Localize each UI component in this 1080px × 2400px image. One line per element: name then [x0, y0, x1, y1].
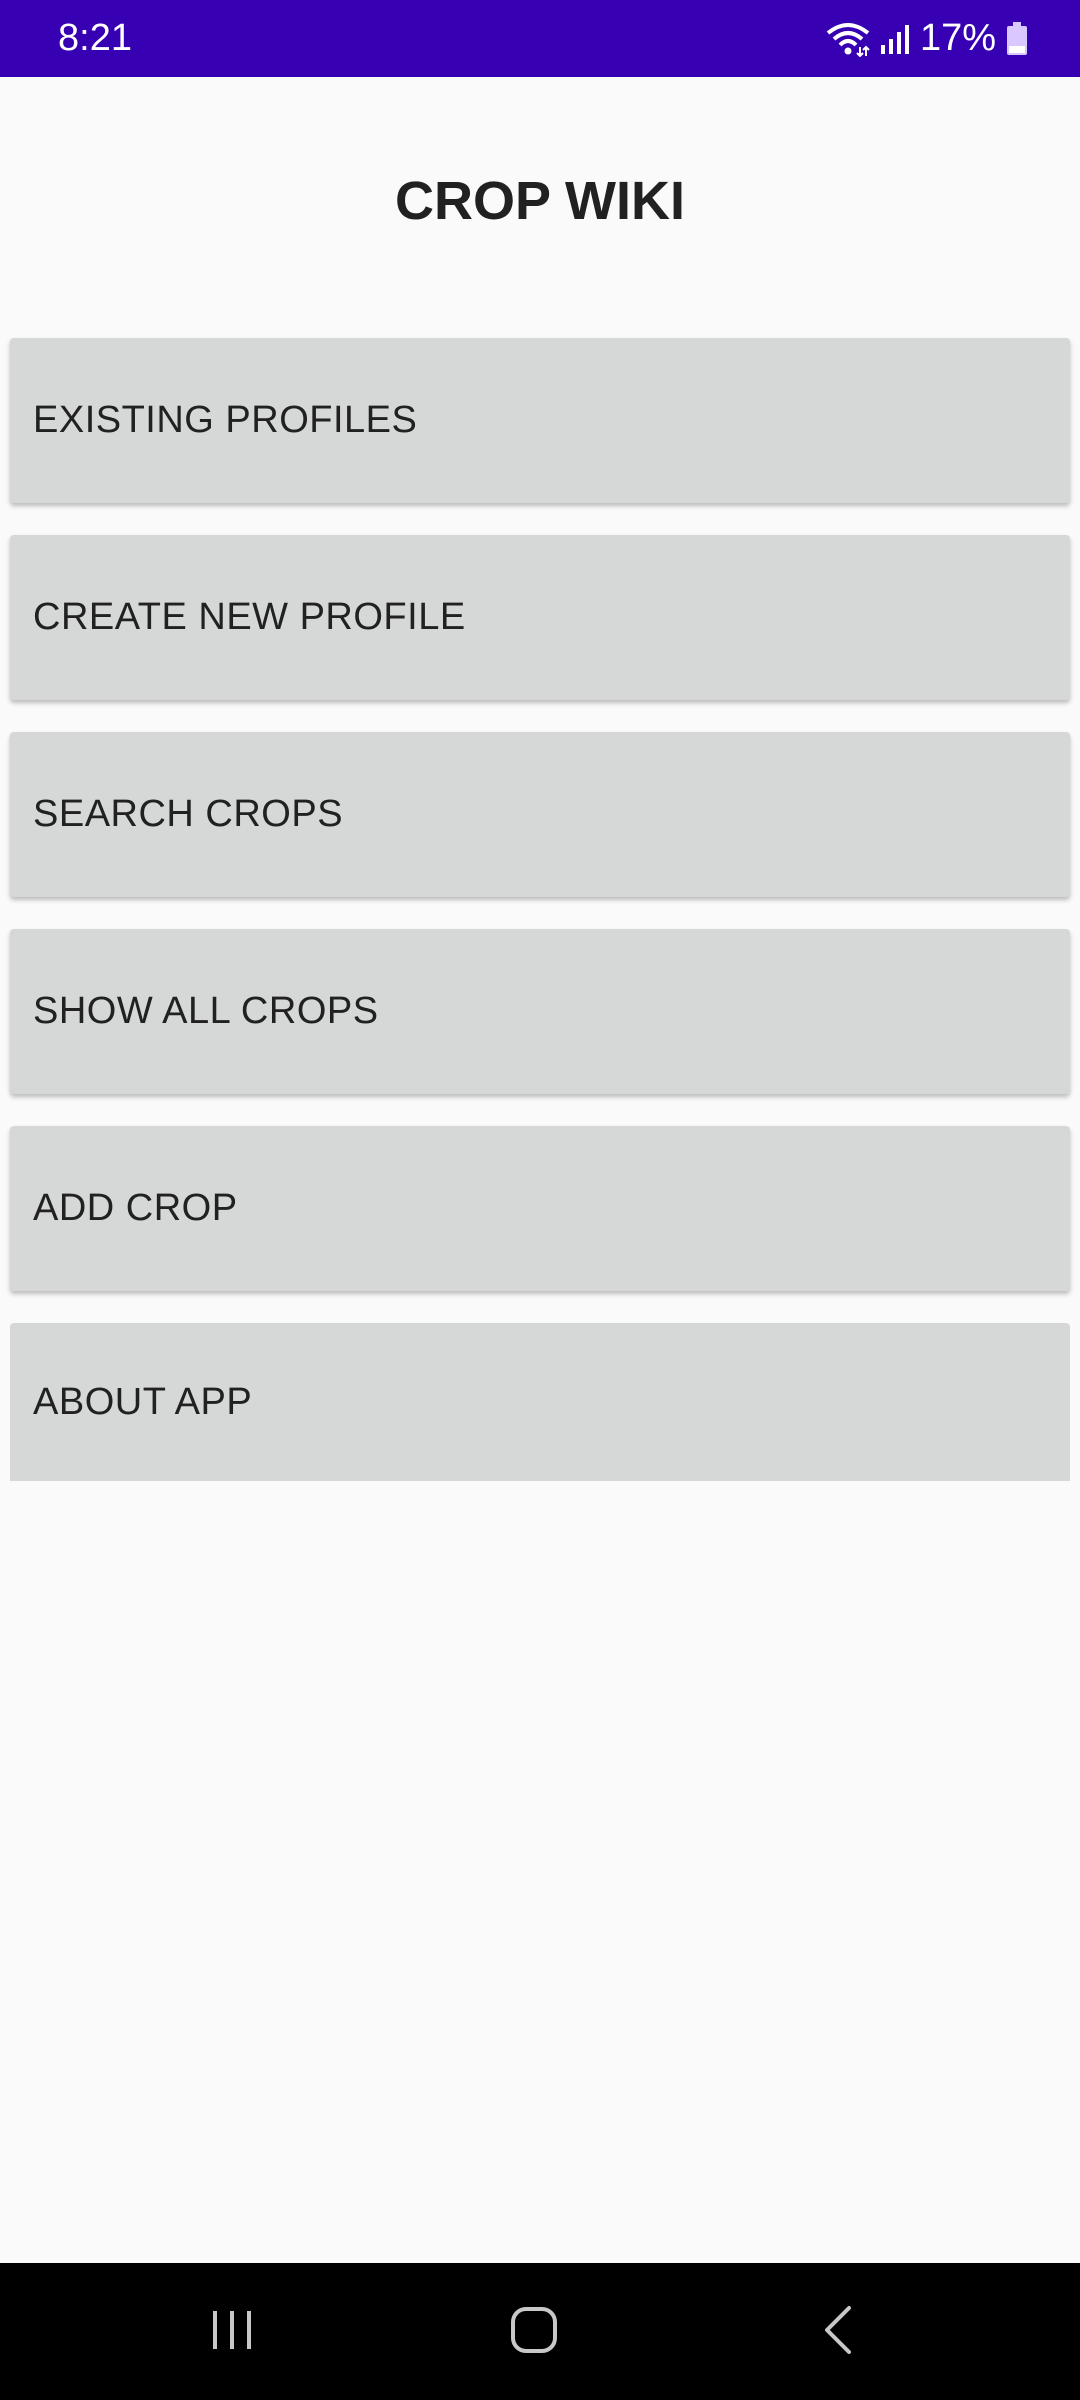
back-button[interactable]	[738, 2263, 938, 2400]
system-nav-bar	[0, 2263, 1080, 2400]
signal-icon	[880, 23, 910, 55]
battery-icon	[1006, 21, 1028, 56]
main-menu: EXISTING PROFILES CREATE NEW PROFILE SEA…	[10, 338, 1070, 1481]
status-icons: 17%	[826, 17, 1028, 60]
back-icon	[821, 2304, 855, 2360]
home-button[interactable]	[434, 2263, 634, 2400]
recents-button[interactable]	[132, 2263, 332, 2400]
status-bar: 8:21 17%	[0, 0, 1080, 77]
battery-percent: 17%	[919, 17, 996, 59]
create-new-profile-button[interactable]: CREATE NEW PROFILE	[10, 535, 1070, 700]
recents-icon	[207, 2307, 257, 2357]
about-app-button[interactable]: ABOUT APP	[10, 1323, 1070, 1481]
existing-profiles-button[interactable]: EXISTING PROFILES	[10, 338, 1070, 503]
show-all-crops-button[interactable]: SHOW ALL CROPS	[10, 929, 1070, 1094]
search-crops-button[interactable]: SEARCH CROPS	[10, 732, 1070, 897]
wifi-icon	[826, 21, 870, 57]
add-crop-button[interactable]: ADD CROP	[10, 1126, 1070, 1291]
page-title: CROP WIKI	[394, 171, 685, 231]
home-icon	[509, 2305, 559, 2359]
status-time: 8:21	[58, 17, 132, 59]
